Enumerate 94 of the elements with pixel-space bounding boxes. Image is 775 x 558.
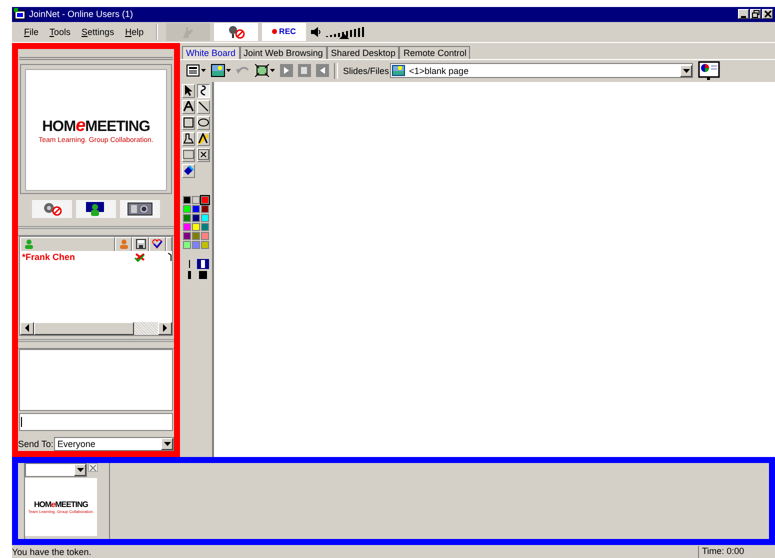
color-swatch[interactable] <box>201 196 209 204</box>
eraser-tool[interactable] <box>182 132 195 146</box>
minimize-button[interactable] <box>738 9 749 20</box>
mute-microphone-button[interactable] <box>214 22 258 41</box>
floppy-icon <box>136 239 146 250</box>
check-cross-icon <box>134 252 146 262</box>
color-swatch[interactable] <box>192 214 200 222</box>
marquee-tool[interactable] <box>182 148 195 162</box>
user-icon <box>24 239 34 250</box>
dropdown-arrow-icon <box>164 442 170 446</box>
color-swatch[interactable] <box>192 196 200 204</box>
chat-input-field[interactable] <box>19 412 173 431</box>
menu-item[interactable]: Help <box>125 26 144 37</box>
slides-files-dropdown[interactable]: <1>blank page <box>390 63 694 78</box>
status-message: You have the token. <box>12 546 92 557</box>
color-swatch[interactable] <box>183 222 191 231</box>
floppy-column-header[interactable] <box>132 236 149 252</box>
next-page-icon[interactable] <box>280 64 293 78</box>
color-swatch[interactable] <box>201 240 209 249</box>
dropdown-arrow-icon <box>682 68 690 73</box>
presentation-icon[interactable] <box>698 61 720 80</box>
logo: HOMeMEETING <box>42 115 150 136</box>
time-display: Time: 0:00 <box>698 546 775 558</box>
tab[interactable]: Joint Web Browsing <box>240 46 327 59</box>
send-to-dropdown[interactable]: Everyone <box>54 436 174 451</box>
video-window-button[interactable] <box>120 200 160 218</box>
role-column-header[interactable] <box>115 236 132 252</box>
page-menu-icon[interactable] <box>186 64 206 78</box>
color-swatch[interactable] <box>183 204 191 213</box>
page-copy-icon[interactable] <box>298 64 311 78</box>
camera-icon <box>127 202 153 216</box>
slides-files-label: Slides/Files <box>343 66 390 76</box>
menu-item[interactable]: File <box>24 26 39 37</box>
user-video-button[interactable] <box>76 200 116 218</box>
close-icon <box>90 464 96 471</box>
tab[interactable]: White Board <box>182 46 240 59</box>
ellipse-tool[interactable] <box>197 116 210 130</box>
previous-page-icon[interactable] <box>316 64 329 78</box>
freehand-tool[interactable] <box>197 84 210 98</box>
user-name[interactable]: *Frank Chen <box>22 252 134 262</box>
right-arrow-icon <box>162 324 168 332</box>
page-dropdown[interactable] <box>25 463 87 478</box>
left-arrow-icon <box>24 324 30 332</box>
record-dot-icon <box>272 29 278 34</box>
restore-icon <box>752 10 760 18</box>
record-button[interactable]: REC <box>262 22 306 41</box>
hand-icon <box>180 24 196 39</box>
menu-item[interactable]: Settings <box>82 26 114 37</box>
color-swatch[interactable] <box>192 204 200 213</box>
user-icon <box>118 239 128 250</box>
scroll-thumb[interactable] <box>34 322 134 335</box>
color-swatch[interactable] <box>183 214 191 222</box>
color-swatch[interactable] <box>192 240 200 249</box>
line-width-icon[interactable] <box>196 270 208 280</box>
color-swatch[interactable] <box>183 196 191 204</box>
send-to-label: Send To: <box>18 438 54 449</box>
volume-slider[interactable] <box>326 24 366 39</box>
highlight-tool[interactable] <box>197 132 210 146</box>
dropdown-arrow-icon <box>76 468 84 472</box>
camera-off-button[interactable] <box>32 200 72 218</box>
heart-check-icon <box>152 239 163 250</box>
color-swatch[interactable] <box>183 232 191 240</box>
image-icon[interactable] <box>211 64 231 78</box>
volume-thumb[interactable] <box>339 34 350 39</box>
line-tool[interactable] <box>197 100 210 114</box>
logo: HOMeMEETING <box>34 500 88 510</box>
color-swatch[interactable] <box>201 214 209 222</box>
image-icon <box>392 65 406 76</box>
fit-page-icon[interactable] <box>255 64 275 78</box>
color-swatch[interactable] <box>192 222 200 231</box>
rect-tool[interactable] <box>182 116 195 130</box>
close-button[interactable] <box>762 9 773 20</box>
line-width-icon[interactable] <box>196 258 208 269</box>
window-title: JoinNet - Online Users (1) <box>29 9 134 20</box>
color-swatch[interactable] <box>192 232 200 240</box>
zoom-tool[interactable] <box>197 148 210 162</box>
speaker-icon <box>310 26 322 38</box>
horizontal-scrollbar[interactable] <box>20 322 172 335</box>
tab[interactable]: Shared Desktop <box>326 46 400 59</box>
tab[interactable]: Remote Control <box>399 46 470 59</box>
restore-button[interactable] <box>750 9 761 20</box>
heart-column-header[interactable] <box>149 236 166 252</box>
color-swatch[interactable] <box>201 222 209 231</box>
pointer-tool[interactable] <box>182 84 195 98</box>
color-swatch[interactable] <box>183 240 191 249</box>
text-tool[interactable] <box>182 100 195 114</box>
menu-item[interactable]: Tools <box>50 26 71 37</box>
fill-tool[interactable] <box>182 164 195 178</box>
scroll-right-button[interactable] <box>158 322 172 335</box>
user-column-header[interactable] <box>20 236 115 252</box>
scroll-left-button[interactable] <box>20 322 34 335</box>
app-icon <box>14 8 26 20</box>
color-swatch[interactable] <box>201 232 209 240</box>
close-icon <box>764 10 772 18</box>
